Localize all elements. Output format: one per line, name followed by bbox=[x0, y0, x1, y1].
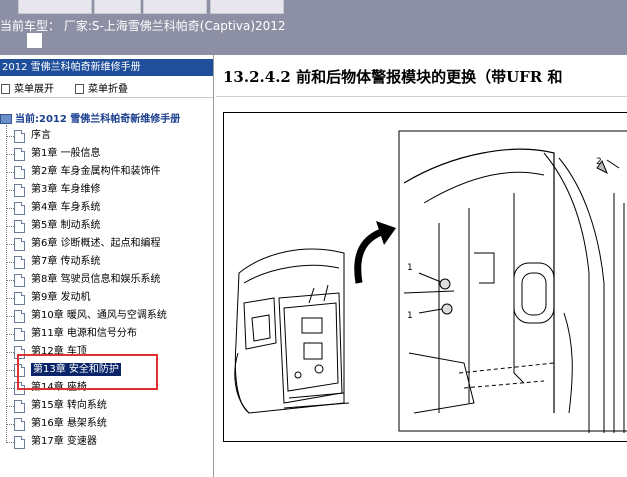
document-icon bbox=[14, 219, 25, 233]
tree-connector bbox=[6, 261, 14, 263]
document-icon bbox=[14, 399, 25, 413]
vehicle-sketch bbox=[234, 248, 350, 414]
document-icon bbox=[14, 435, 25, 449]
document-icon bbox=[14, 309, 25, 323]
tree-item[interactable]: 第1章 一般信息 bbox=[6, 145, 101, 163]
tree-item[interactable]: 第5章 制动系统 bbox=[6, 217, 101, 235]
document-icon bbox=[14, 291, 25, 305]
tree-connector bbox=[6, 279, 14, 281]
tree-connector bbox=[6, 351, 14, 353]
tree-connector bbox=[6, 333, 14, 335]
document-icon bbox=[14, 237, 25, 251]
callout-label: 1 bbox=[407, 311, 413, 321]
tree-item[interactable]: 第2章 车身金属构件和装饰件 bbox=[6, 163, 161, 181]
detail-inset bbox=[398, 130, 627, 433]
tree-connector bbox=[6, 171, 14, 173]
tree-item-label: 第17章 变速器 bbox=[31, 436, 97, 447]
document-icon bbox=[14, 183, 25, 197]
document-icon bbox=[14, 255, 25, 269]
tree-connector bbox=[6, 243, 14, 245]
vehicle-diagram: 1 1 2 bbox=[234, 130, 627, 433]
toolbar-button[interactable] bbox=[18, 0, 92, 14]
computer-icon bbox=[0, 114, 12, 124]
highlight-box bbox=[17, 354, 158, 390]
vehicle-title: 当前车型： 厂家:S-上海雪佛兰科帕奇(Captiva)2012 bbox=[0, 19, 286, 33]
tree-connector bbox=[6, 135, 14, 137]
tree-item-label: 第8章 驾驶员信息和娱乐系统 bbox=[31, 274, 161, 285]
tree-item-label: 第6章 诊断概述、起点和编程 bbox=[31, 238, 161, 249]
tree-item[interactable]: 第6章 诊断概述、起点和编程 bbox=[6, 235, 161, 253]
tree-connector bbox=[6, 225, 14, 227]
document-icon bbox=[14, 327, 25, 341]
tree-item[interactable]: 第8章 驾驶员信息和娱乐系统 bbox=[6, 271, 161, 289]
tree-item-label: 第10章 暖风、通风与空调系统 bbox=[31, 310, 167, 321]
tree-item-label: 第5章 制动系统 bbox=[31, 220, 101, 231]
tree-connector bbox=[6, 189, 14, 191]
callout-label: 2 bbox=[596, 157, 602, 167]
tree-item[interactable]: 第17章 变速器 bbox=[6, 433, 97, 451]
tree-connector bbox=[6, 315, 14, 317]
tree-item-label: 第7章 传动系统 bbox=[31, 256, 101, 267]
left-nav-pane: 2012 雪佛兰科帕奇新维修手册 菜单展开 菜单折叠 当前:2012 雪佛兰科帕… bbox=[0, 55, 214, 477]
tree-connector bbox=[6, 423, 14, 425]
document-icon bbox=[14, 165, 25, 179]
callout-label: 1 bbox=[407, 263, 413, 273]
tree-item[interactable]: 序言 bbox=[6, 127, 51, 145]
arrow-icon bbox=[354, 227, 386, 284]
tree-connector bbox=[6, 441, 14, 443]
tree-item[interactable]: 第11章 电源和信号分布 bbox=[6, 325, 137, 343]
tree-item[interactable]: 第3章 车身维修 bbox=[6, 181, 101, 199]
tree-connector bbox=[6, 369, 14, 371]
document-icon bbox=[14, 201, 25, 215]
tree-item[interactable]: 第15章 转向系统 bbox=[6, 397, 107, 415]
tree-item-label: 序言 bbox=[31, 130, 51, 141]
tree-item[interactable]: 第9章 发动机 bbox=[6, 289, 91, 307]
toolbar-button[interactable] bbox=[94, 0, 141, 14]
tree-item-label: 第11章 电源和信号分布 bbox=[31, 328, 137, 339]
toolbar-button[interactable] bbox=[210, 0, 284, 14]
expand-icon bbox=[1, 84, 10, 94]
tree-root[interactable]: 当前:2012 雪佛兰科帕奇新维修手册 bbox=[0, 110, 180, 125]
toolbar-button[interactable] bbox=[143, 0, 207, 14]
manual-title: 2012 雪佛兰科帕奇新维修手册 bbox=[0, 59, 213, 76]
collapse-menu-button[interactable]: 菜单折叠 bbox=[75, 80, 128, 95]
tree-connector bbox=[6, 207, 14, 209]
tree-item[interactable]: 第4章 车身系统 bbox=[6, 199, 101, 217]
tree-item-label: 第1章 一般信息 bbox=[31, 148, 101, 159]
document-icon bbox=[14, 147, 25, 161]
diagram-figure: 1 1 2 bbox=[223, 112, 627, 442]
tree-connector bbox=[6, 153, 14, 155]
tree-item-label: 第3章 车身维修 bbox=[31, 184, 101, 195]
divider bbox=[0, 97, 213, 98]
white-square-icon bbox=[27, 33, 42, 48]
tree-item[interactable]: 第10章 暖风、通风与空调系统 bbox=[6, 307, 167, 325]
document-icon bbox=[14, 273, 25, 287]
tree-item-label: 第16章 悬架系统 bbox=[31, 418, 107, 429]
tree-connector bbox=[6, 405, 14, 407]
tree-item-label: 第15章 转向系统 bbox=[31, 400, 107, 411]
tree-item[interactable]: 第7章 传动系统 bbox=[6, 253, 101, 271]
top-bar: 当前车型： 厂家:S-上海雪佛兰科帕奇(Captiva)2012 bbox=[0, 0, 627, 55]
tree-item-label: 第2章 车身金属构件和装饰件 bbox=[31, 166, 161, 177]
expand-menu-button[interactable]: 菜单展开 bbox=[1, 80, 54, 95]
document-icon bbox=[14, 129, 25, 143]
document-icon bbox=[14, 417, 25, 431]
page-heading: 13.2.4.2 前和后物体警报模块的更换（带UFR 和 bbox=[223, 68, 563, 86]
divider bbox=[216, 96, 627, 97]
tree-item-label: 第4章 车身系统 bbox=[31, 202, 101, 213]
tree-item-label: 第9章 发动机 bbox=[31, 292, 91, 303]
tree-item[interactable]: 第16章 悬架系统 bbox=[6, 415, 107, 433]
tree-connector bbox=[6, 387, 14, 389]
collapse-icon bbox=[75, 84, 84, 94]
tree-connector bbox=[6, 297, 14, 299]
